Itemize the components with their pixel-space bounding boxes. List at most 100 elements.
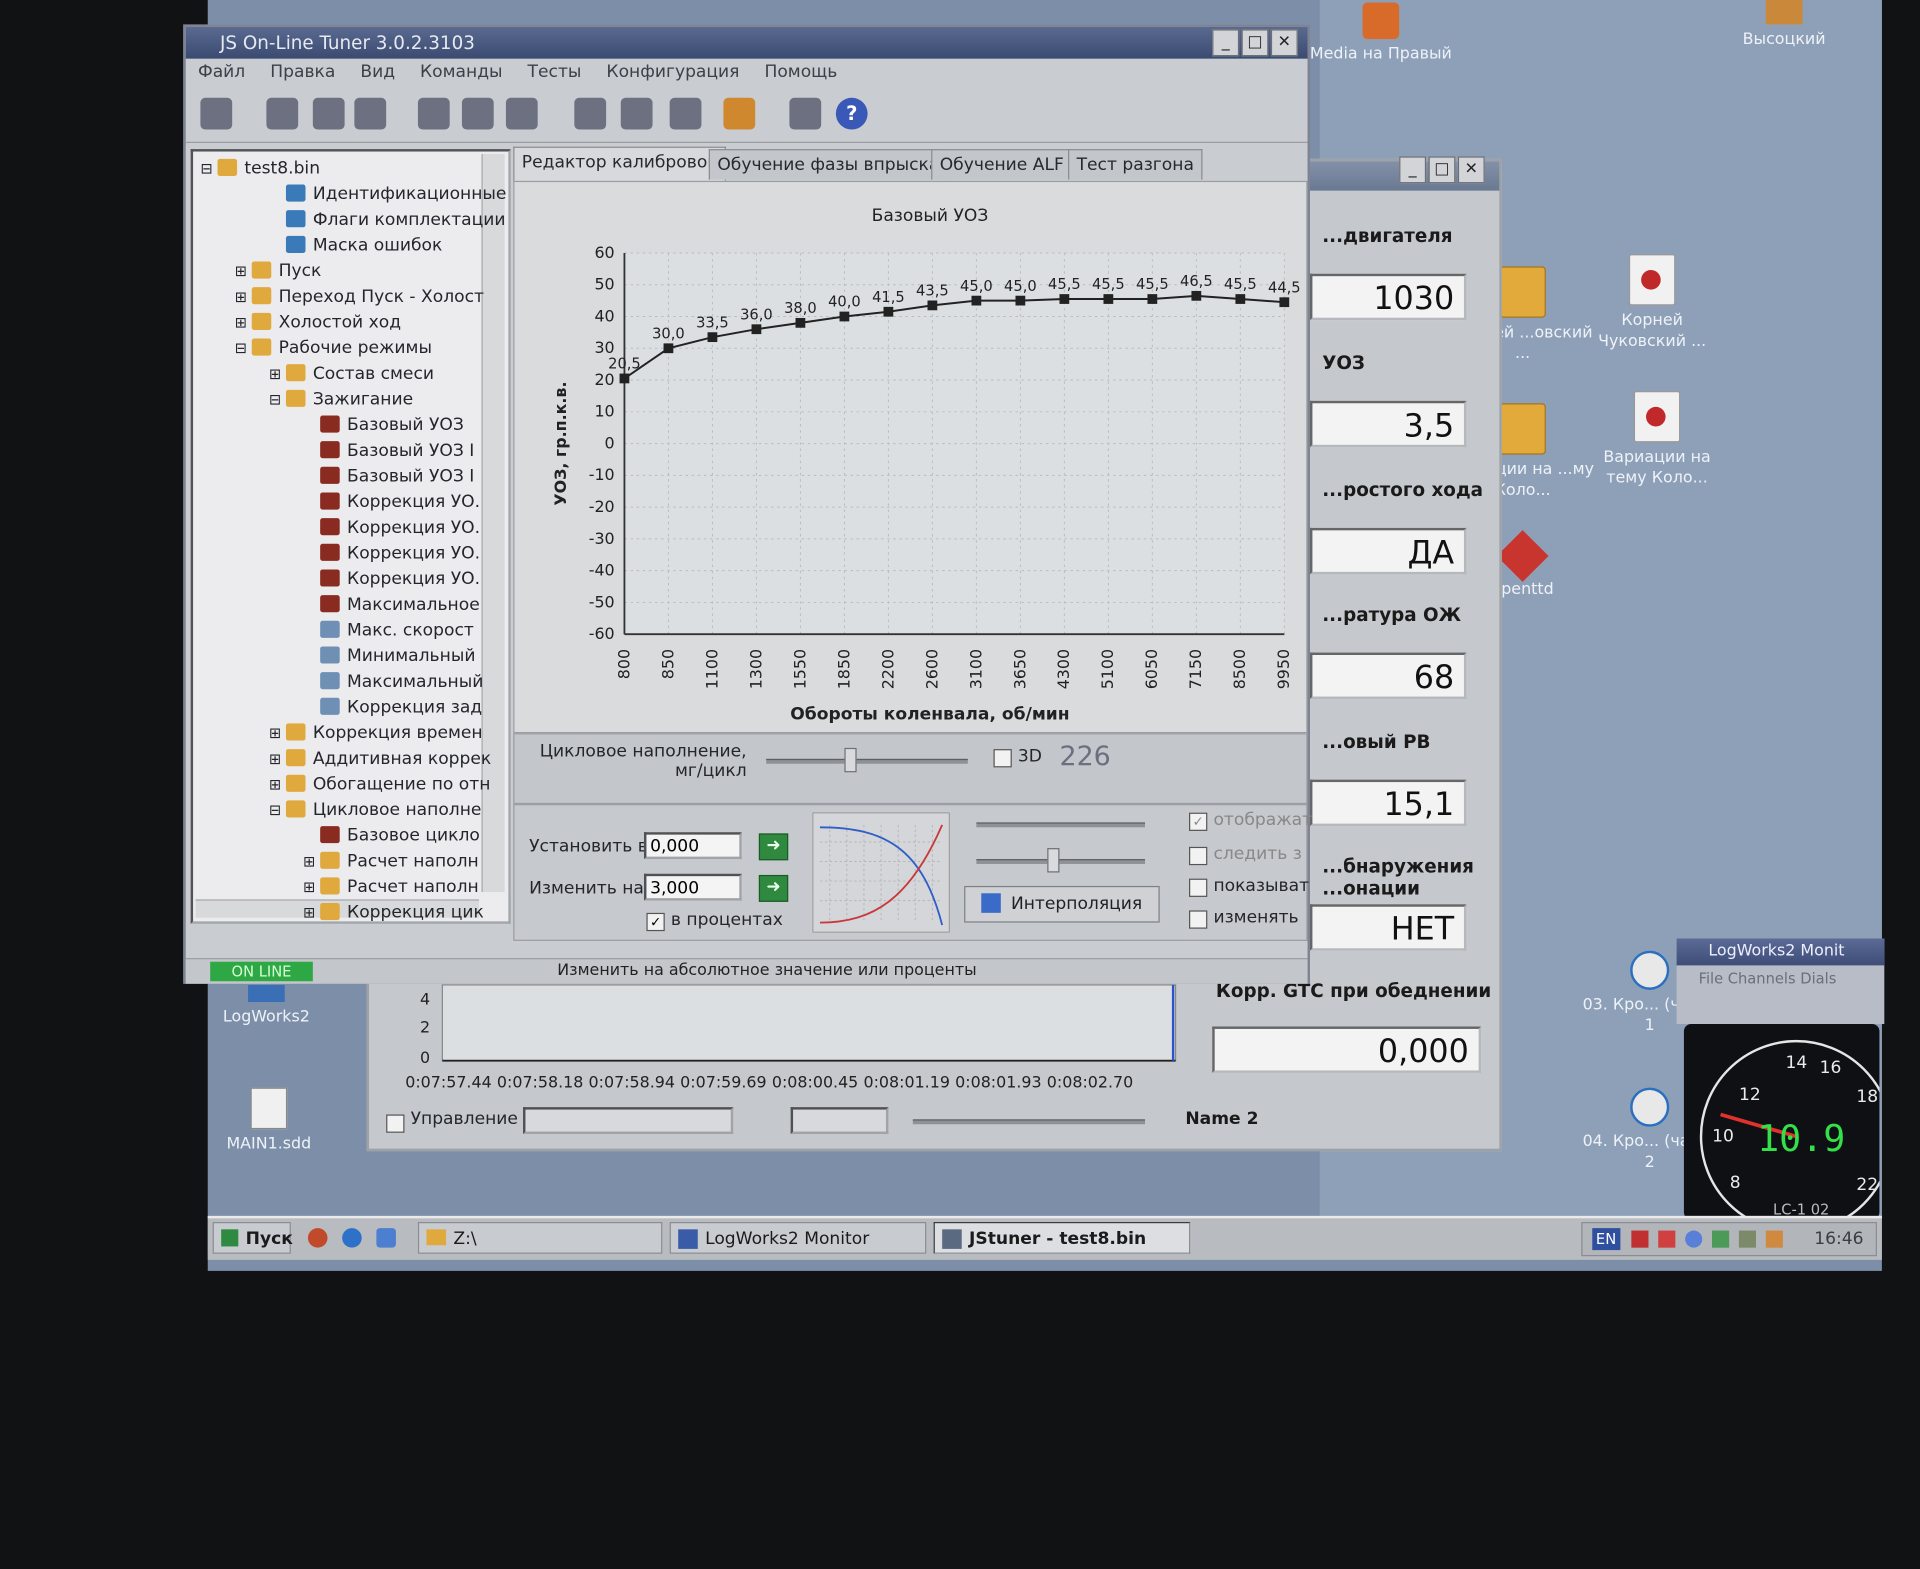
help-icon[interactable]: ? — [835, 97, 868, 130]
interp-slider-thumb[interactable] — [1047, 848, 1060, 873]
maximize-button[interactable]: □ — [1428, 156, 1456, 184]
save-icon[interactable] — [312, 97, 345, 130]
uoz-chart[interactable]: 6050403020100-10-20-30-40-50-60800 850 110… — [514, 182, 1303, 729]
tree-item[interactable]: ⊞ Холостой ход — [235, 310, 401, 334]
tree-item[interactable]: Коррекция УО. — [303, 516, 480, 540]
tree-item[interactable]: Базовый УОЗ — [303, 413, 464, 437]
control-checkbox[interactable] — [386, 1114, 405, 1133]
tree-item[interactable]: ⊞ Коррекция времен — [269, 721, 483, 745]
desktop-icon-pdf-1[interactable]: Корней Чуковский ... — [1579, 254, 1726, 352]
tree-item[interactable]: Базовый УОЗ I — [303, 464, 474, 488]
tree-item[interactable]: Базовый УОЗ I — [303, 439, 474, 463]
tree-item[interactable]: Максимальное — [303, 593, 480, 617]
desktop-icon-media[interactable]: Media на Правый — [1308, 2, 1455, 64]
tree-toggle-icon[interactable]: ⊞ — [269, 362, 286, 386]
interpolation-button[interactable]: Интерполяция — [964, 885, 1160, 923]
show-checkbox[interactable] — [1189, 878, 1208, 897]
menu-help[interactable]: Помощь — [764, 62, 837, 82]
3d-checkbox[interactable] — [993, 749, 1012, 768]
tree-item[interactable]: ⊟ Рабочие режимы — [235, 336, 432, 360]
tree-toggle-icon[interactable]: ⊞ — [269, 772, 286, 796]
tree-item[interactable]: Максимальный — [303, 670, 483, 694]
tree-item[interactable]: ⊞ Расчет наполн — [303, 875, 479, 899]
tree-toggle-icon[interactable]: ⊞ — [235, 259, 252, 283]
undo-icon[interactable] — [505, 97, 538, 130]
tree-item[interactable]: Макс. скорост — [303, 618, 474, 642]
cycle-fill-slider[interactable] — [766, 758, 968, 764]
tree-item[interactable]: Коррекция зад — [303, 695, 482, 719]
control-field[interactable] — [790, 1107, 889, 1135]
tree-item[interactable]: ⊟ Цикловое наполне — [269, 798, 481, 822]
save-as-icon[interactable] — [354, 97, 387, 130]
change-checkbox[interactable] — [1189, 910, 1208, 929]
interp-slider-1[interactable] — [976, 822, 1146, 828]
tree-toggle-icon[interactable]: ⊞ — [303, 901, 320, 922]
taskbar-button-logworks[interactable]: LogWorks2 Monitor — [669, 1222, 927, 1254]
control-slider[interactable] — [912, 1119, 1146, 1125]
write-ecu-icon[interactable] — [620, 97, 653, 130]
paste-icon[interactable] — [461, 97, 494, 130]
tree-toggle-icon[interactable]: ⊞ — [235, 310, 252, 334]
close-button[interactable]: ✕ — [1457, 156, 1485, 184]
tree-item[interactable]: ⊟ Зажигание — [269, 387, 413, 411]
menu-file[interactable]: Файл — [198, 62, 245, 82]
tray-icon-4[interactable] — [1712, 1230, 1730, 1248]
tree-item[interactable]: Базовое цикло — [303, 824, 480, 848]
taskbar-button-z-drive[interactable]: Z:\ — [417, 1222, 663, 1254]
engine-icon[interactable] — [723, 97, 756, 130]
tree-toggle-icon[interactable]: ⊟ — [200, 156, 217, 180]
tree-item[interactable]: Флаги комплектации — [269, 208, 506, 232]
close-button[interactable]: ✕ — [1270, 29, 1298, 57]
percent-checkbox[interactable]: ✓ — [646, 912, 665, 932]
tab-acceleration-test[interactable]: Тест разгона — [1068, 149, 1203, 180]
control-select[interactable] — [523, 1107, 734, 1135]
tree-item[interactable]: Идентификационные д — [269, 182, 508, 206]
tray-icon-5[interactable] — [1738, 1230, 1757, 1248]
minimize-button[interactable]: _ — [1212, 29, 1240, 57]
tree-toggle-icon[interactable]: ⊞ — [269, 747, 286, 771]
tree-toggle-icon[interactable]: ⊟ — [269, 387, 286, 411]
read-ecu-icon[interactable] — [574, 97, 607, 130]
tree-toggle-icon[interactable]: ⊞ — [235, 285, 252, 309]
tree-item[interactable]: ⊞ Аддитивная коррек — [269, 747, 491, 771]
tree-item[interactable]: Коррекция УО. — [303, 567, 480, 591]
tree-item[interactable]: ⊞ Состав смеси — [269, 362, 434, 386]
tray-icon-1[interactable] — [1631, 1230, 1649, 1248]
display-checkbox[interactable]: ✓ — [1189, 812, 1208, 831]
tree-toggle-icon[interactable]: ⊞ — [269, 721, 286, 745]
connect-icon[interactable] — [266, 97, 299, 130]
cycle-fill-slider-thumb[interactable] — [844, 747, 857, 773]
desktop-icon-main1[interactable]: MAIN1.sdd — [196, 1087, 343, 1155]
menu-tests[interactable]: Тесты — [528, 62, 582, 82]
tree-item[interactable]: ⊞ Пуск — [235, 259, 321, 283]
tree-toggle-icon[interactable]: ⊞ — [303, 875, 320, 899]
copy-icon[interactable] — [417, 97, 450, 130]
tree-item[interactable]: Коррекция УО. — [303, 490, 480, 514]
set-value-input[interactable]: 0,000 — [643, 832, 742, 860]
tree-toggle-icon[interactable]: ⊟ — [269, 798, 286, 822]
menu-commands[interactable]: Команды — [420, 62, 503, 82]
tray-icon-3[interactable] — [1685, 1230, 1703, 1248]
tree-item[interactable]: Маска ошибок — [269, 233, 442, 257]
compare-icon[interactable] — [669, 97, 702, 130]
tree-item[interactable]: ⊞ Переход Пуск - Холост — [235, 285, 484, 309]
minimize-button[interactable]: _ — [1399, 156, 1427, 184]
apply-set-button[interactable]: ➜ — [758, 833, 789, 861]
tray-icon-2[interactable] — [1658, 1230, 1676, 1248]
tray-icon-6[interactable] — [1765, 1230, 1783, 1248]
tree-item[interactable]: ⊞ Расчет наполн — [303, 849, 479, 873]
tab-injection-phase[interactable]: Обучение фазы впрыска — [708, 149, 948, 180]
tree-toggle-icon[interactable]: ⊟ — [235, 336, 252, 360]
tree-toggle-icon[interactable]: ⊞ — [303, 849, 320, 873]
interp-slider-2[interactable] — [976, 859, 1146, 864]
settings-icon[interactable] — [789, 97, 822, 130]
apply-change-button[interactable]: ➜ — [758, 874, 789, 902]
taskbar-button-jstuner[interactable]: JStuner - test8.bin — [933, 1222, 1191, 1254]
tree-item[interactable]: ⊟ test8.bin — [200, 156, 320, 180]
open-icon[interactable] — [200, 97, 233, 130]
menu-edit[interactable]: Правка — [270, 62, 335, 82]
desktop-icon-logworks[interactable]: LogWorks2 — [193, 984, 340, 1028]
menu-view[interactable]: Вид — [360, 62, 395, 82]
desktop-icon-pdf-2[interactable]: Вариации на тему Коло... — [1584, 391, 1731, 489]
tab-alf-learning[interactable]: Обучение ALF — [931, 149, 1073, 180]
